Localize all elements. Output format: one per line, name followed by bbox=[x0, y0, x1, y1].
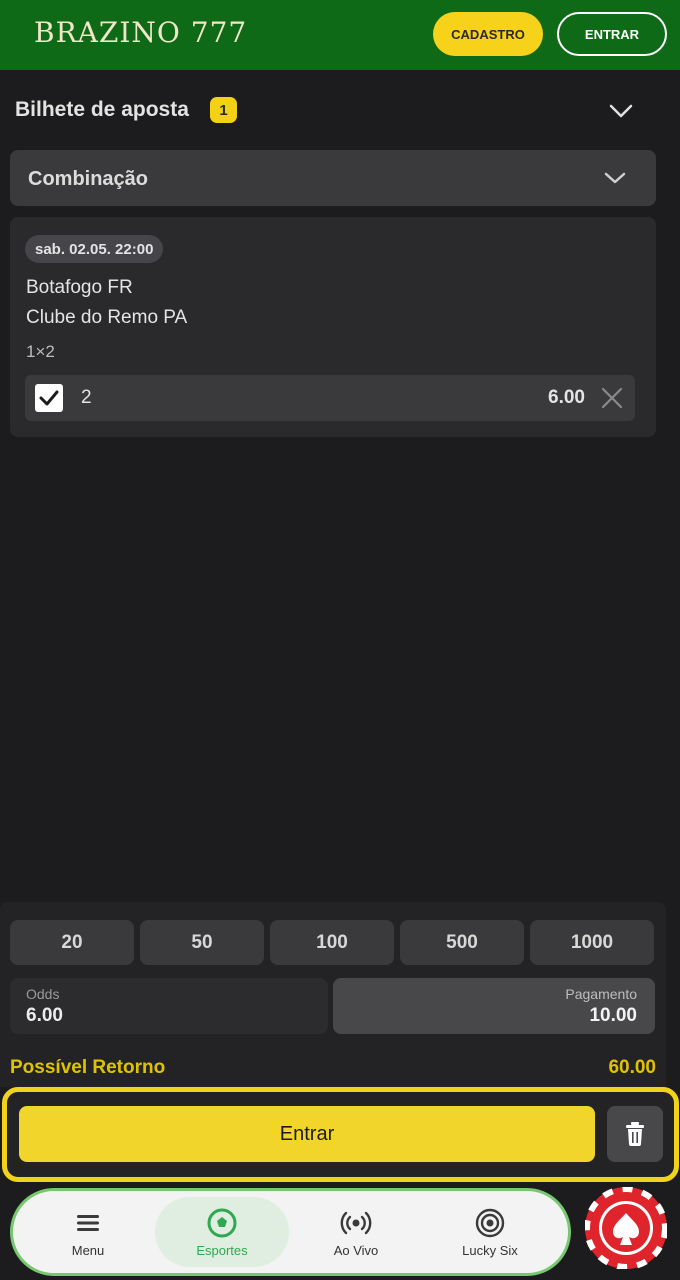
nav-item-esportes[interactable]: Esportes bbox=[155, 1197, 289, 1267]
menu-icon bbox=[77, 1215, 99, 1231]
trash-icon bbox=[626, 1122, 644, 1146]
bet-type-select[interactable]: Combinação bbox=[10, 150, 656, 206]
brand-logo[interactable]: BRAZINO 777 bbox=[34, 16, 247, 49]
action-bar: Entrar bbox=[2, 1087, 679, 1182]
quick-amount-100[interactable]: 100 bbox=[270, 920, 394, 965]
spade-chip-icon bbox=[584, 1186, 668, 1270]
quick-amount-1000[interactable]: 1000 bbox=[530, 920, 654, 965]
submit-bet-button[interactable]: Entrar bbox=[19, 1106, 595, 1162]
nav-item-menu[interactable]: Menu bbox=[21, 1197, 155, 1267]
odds-box: Odds 6.00 bbox=[10, 978, 328, 1034]
selection-checkbox[interactable] bbox=[35, 384, 63, 412]
quick-amount-500[interactable]: 500 bbox=[400, 920, 524, 965]
checkmark-icon bbox=[39, 390, 59, 406]
bet-card: sab. 02.05. 22:00 Botafogo FR Clube do R… bbox=[10, 217, 656, 437]
bottom-nav: Menu Esportes Ao Vivo Lucky Six bbox=[10, 1188, 571, 1276]
betslip-header[interactable]: Bilhete de aposta 1 bbox=[0, 70, 680, 150]
clear-betslip-button[interactable] bbox=[607, 1106, 663, 1162]
top-header: BRAZINO 777 CADASTRO ENTRAR bbox=[0, 0, 680, 70]
casino-chip-button[interactable] bbox=[584, 1186, 668, 1270]
login-button[interactable]: ENTRAR bbox=[557, 12, 667, 56]
soccer-ball-icon bbox=[207, 1208, 237, 1238]
selection-name: 2 bbox=[81, 387, 92, 408]
event-datetime: sab. 02.05. 22:00 bbox=[25, 235, 164, 263]
market-name: 1×2 bbox=[26, 342, 55, 361]
quick-amount-20[interactable]: 20 bbox=[10, 920, 134, 965]
chevron-down-icon bbox=[604, 172, 626, 184]
bet-count-badge: 1 bbox=[210, 97, 237, 123]
payment-value[interactable]: 10.00 bbox=[589, 1005, 637, 1027]
close-icon[interactable] bbox=[597, 383, 627, 413]
lucky-six-icon bbox=[475, 1208, 505, 1238]
register-button[interactable]: CADASTRO bbox=[433, 12, 543, 56]
team-home: Botafogo FR bbox=[26, 277, 133, 298]
live-broadcast-icon bbox=[340, 1211, 372, 1235]
odds-label: Odds bbox=[26, 986, 60, 1002]
quick-amount-50[interactable]: 50 bbox=[140, 920, 264, 965]
nav-label-ao-vivo: Ao Vivo bbox=[333, 1243, 379, 1258]
possible-return-label: Possível Retorno bbox=[10, 1057, 166, 1078]
chevron-down-icon[interactable] bbox=[606, 96, 636, 126]
payment-label: Pagamento bbox=[565, 986, 637, 1002]
betslip-title: Bilhete de aposta bbox=[15, 98, 189, 121]
possible-return-value: 60.00 bbox=[608, 1057, 656, 1078]
odds-value: 6.00 bbox=[26, 1005, 63, 1026]
selection-row: 2 6.00 bbox=[25, 375, 635, 421]
stake-panel: 20 50 100 500 1000 Odds 6.00 Pagamento 1… bbox=[0, 902, 666, 1087]
nav-label-esportes: Esportes bbox=[196, 1243, 248, 1258]
nav-item-ao-vivo[interactable]: Ao Vivo bbox=[289, 1197, 423, 1267]
nav-item-lucky-six[interactable]: Lucky Six bbox=[423, 1197, 557, 1267]
payment-input[interactable]: Pagamento 10.00 bbox=[333, 978, 655, 1034]
nav-label-menu: Menu bbox=[71, 1243, 105, 1258]
selection-odd: 6.00 bbox=[548, 387, 585, 408]
bet-type-value: Combinação bbox=[28, 168, 149, 190]
team-away: Clube do Remo PA bbox=[26, 307, 188, 328]
nav-label-lucky-six: Lucky Six bbox=[462, 1243, 518, 1258]
